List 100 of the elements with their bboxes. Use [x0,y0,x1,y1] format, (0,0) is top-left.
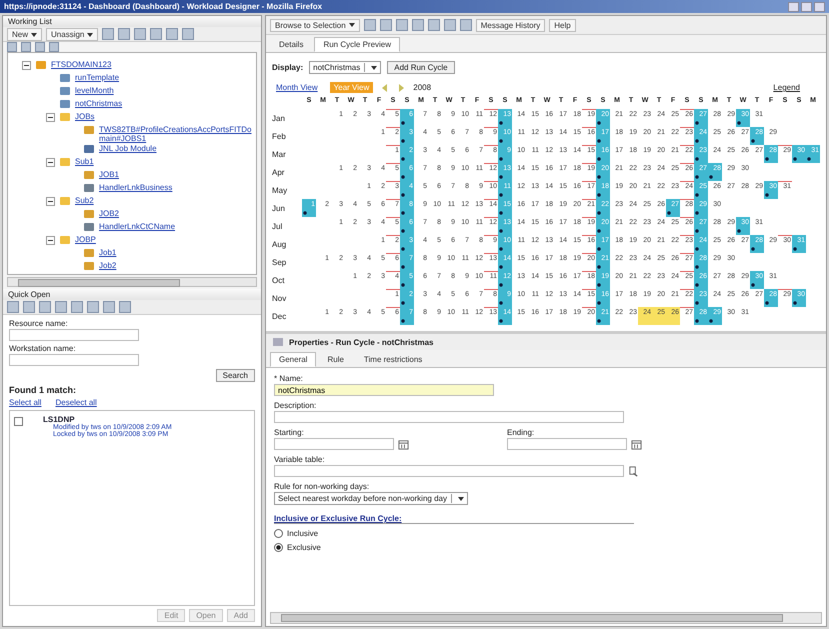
toolbar-icon[interactable] [23,301,35,314]
close-button[interactable] [814,2,825,12]
toolbar-icon[interactable] [71,301,83,314]
tree-item[interactable]: JNL Job Module [99,143,161,154]
toolbar-icon[interactable] [134,28,146,40]
scrollbar[interactable] [270,612,822,624]
month-label: Jul [272,222,284,230]
input-field[interactable] [9,328,139,341]
radio-option[interactable]: Exclusive [274,543,321,552]
tab[interactable]: General [270,352,316,367]
window-title: https://ipnode:31124 - Dashboard (Dashboard) - Workload Designer - Mozilla Firefox [4,2,322,11]
node-icon [83,208,95,220]
tree-item[interactable]: JOBP [75,234,100,244]
toggle-icon[interactable] [46,158,55,168]
tab[interactable]: Run Cycle Preview [314,37,400,52]
toolbar-icon[interactable] [7,301,19,314]
toolbar-icon[interactable] [87,301,99,314]
legend-link[interactable]: Legend [773,83,800,92]
toolbar-icon[interactable] [21,42,31,52]
toggle-icon[interactable] [46,113,55,122]
tree-item[interactable]: levelMonth [75,85,118,96]
checkbox[interactable] [14,416,23,426]
node-icon [83,182,95,194]
browse-button[interactable]: Browse to Selection [270,18,360,32]
navigation-arrows-icon[interactable] [381,82,406,92]
toggle-icon[interactable] [46,236,55,246]
tree-item[interactable]: Sub2 [75,195,98,206]
toolbar-icon[interactable] [166,28,178,40]
calendar-icon[interactable] [398,438,409,450]
toolbar-button[interactable]: Help [549,18,576,32]
rule-select[interactable]: Select nearest workday before non-working day [274,492,468,505]
node-icon [59,98,71,110]
lookup-icon[interactable] [628,466,639,476]
toolbar-button[interactable]: Message History [476,18,546,32]
tree-item[interactable]: TWS82TB#ProfileCreationsAccPortsFITDomain#JOBS1 [99,124,256,144]
node-icon [59,234,71,246]
description-field[interactable] [274,411,624,423]
tree-item[interactable]: notChristmas [75,98,126,108]
tab[interactable]: Details [270,37,312,52]
tab[interactable]: Time restrictions [354,352,432,367]
tree-item[interactable]: JOBs [75,111,99,122]
toolbar-button[interactable]: Unassign [46,28,98,41]
toolbar-icon[interactable] [119,301,131,314]
tree-item[interactable]: JOB1 [99,169,124,180]
toggle-icon[interactable] [22,61,31,70]
month-label: Nov [272,294,288,302]
toolbar-icon[interactable] [396,19,408,31]
toolbar-icon[interactable] [150,28,162,40]
month-label: Jun [272,204,286,212]
toolbar-icon[interactable] [460,19,472,31]
variable-table-field[interactable] [274,465,624,477]
tab[interactable]: Rule [318,352,353,367]
toolbar-icon[interactable] [49,42,59,52]
date-field[interactable] [274,438,394,450]
toolbar-icon[interactable] [103,301,115,314]
field-label: Resource name: [9,318,69,328]
minimize-button[interactable] [788,2,799,12]
panel-title: Quick Open [8,290,50,300]
tree-item[interactable]: Job1 [99,247,120,258]
tree-item[interactable]: HandlerLnkBusiness [99,182,176,192]
tree-item[interactable]: runTemplate [75,72,124,82]
calendar-icon[interactable] [631,438,642,450]
toolbar-icon[interactable] [412,19,424,31]
toolbar-icon[interactable] [118,28,130,40]
node-icon [59,111,71,124]
tree-item[interactable]: JOB2 [99,208,124,218]
tree-item[interactable]: FTSDOMAIN123 [51,59,116,70]
name-field[interactable]: notChristmas [274,384,494,396]
maximize-button[interactable] [801,2,812,12]
tree-item[interactable]: HandlerLnkCtCName [99,221,180,232]
tree-item[interactable]: Job2 [99,260,120,270]
toolbar-icon[interactable] [35,42,45,52]
toggle-icon[interactable] [46,197,55,206]
toolbar-icon[interactable] [380,19,392,31]
node-icon [59,72,71,84]
toolbar-icon[interactable] [39,301,51,314]
search-button[interactable]: Search [216,368,255,382]
add-run-cycle-button[interactable]: Add Run Cycle [387,61,455,74]
scrollbar[interactable] [7,277,257,287]
display-select[interactable]: notChristmas [309,61,382,74]
result-name[interactable]: LS1DNP [43,414,172,424]
tree-item[interactable]: Sub1 [75,156,98,166]
toolbar-icon[interactable] [364,19,376,31]
toolbar-icon[interactable] [182,28,194,40]
view-tab[interactable]: Month View [272,82,322,93]
input-field[interactable] [9,354,139,366]
section-heading: Inclusive or Exclusive Run Cycle: [274,514,634,524]
toolbar-icon[interactable] [428,19,440,31]
properties-title: Properties - Run Cycle - notChristmas [289,338,434,346]
toolbar-icon[interactable] [102,28,114,40]
toolbar-icon[interactable] [444,19,456,31]
select-link[interactable]: Select all [9,398,42,407]
field-label: * Name: [274,374,304,383]
date-field[interactable] [507,438,627,450]
toolbar-button[interactable]: New [7,28,42,41]
toolbar-icon[interactable] [7,42,17,52]
radio-option[interactable]: Inclusive [274,529,318,538]
toolbar-icon[interactable] [55,301,67,314]
select-link[interactable]: Deselect all [55,398,97,407]
node-icon [83,169,95,182]
